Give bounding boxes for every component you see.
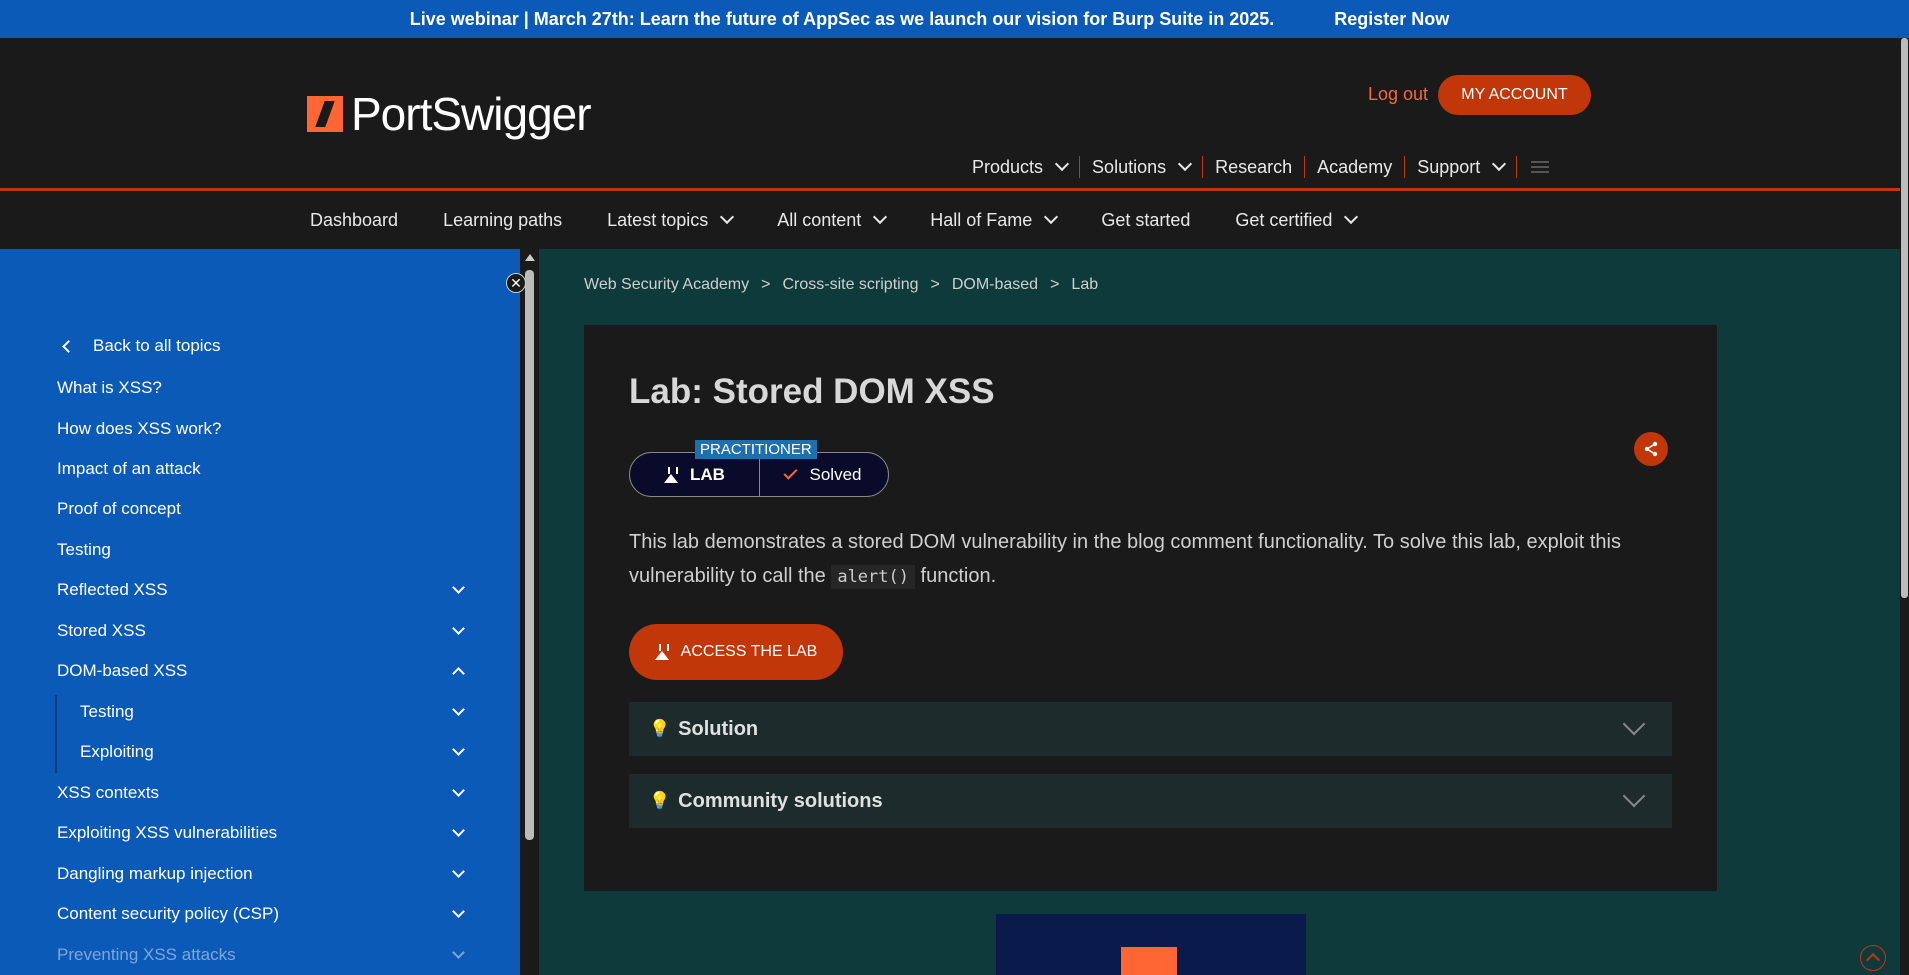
chevron-down-icon	[452, 622, 465, 635]
sidebar-item-dom-based-xss[interactable]: DOM-based XSS	[57, 659, 467, 683]
nav-research[interactable]: Research	[1203, 157, 1304, 178]
flask-icon	[664, 466, 679, 483]
sidebar-subitem-testing[interactable]: Testing	[80, 700, 467, 724]
solution-accordion[interactable]: 💡 Solution	[629, 702, 1672, 756]
subnav-dashboard[interactable]: Dashboard	[310, 210, 398, 231]
sidebar-item-dangling-markup[interactable]: Dangling markup injection	[57, 862, 467, 886]
nav-solutions[interactable]: Solutions	[1080, 157, 1202, 178]
close-icon[interactable]: ✕	[506, 273, 526, 293]
share-icon[interactable]	[1634, 432, 1668, 466]
chevron-down-icon	[1344, 209, 1359, 225]
nav-academy[interactable]: Academy	[1305, 157, 1404, 178]
flask-icon	[654, 644, 669, 660]
inline-code: alert()	[831, 565, 915, 589]
menu-icon[interactable]	[1531, 161, 1550, 173]
subnav-get-started[interactable]: Get started	[1101, 210, 1190, 231]
nav-support[interactable]: Support	[1405, 157, 1516, 178]
portswigger-logo[interactable]: PortSwigger	[307, 87, 592, 141]
sidebar-item-testing[interactable]: Testing	[57, 538, 467, 562]
chevron-down-icon	[1622, 784, 1646, 808]
nav-separator	[1516, 156, 1518, 178]
chevron-down-icon	[452, 743, 465, 756]
portswigger-logo-icon	[307, 96, 343, 132]
sidebar-item-stored-xss[interactable]: Stored XSS	[57, 619, 467, 643]
scroll-up-icon[interactable]	[525, 254, 535, 261]
sidebar-item-how-xss-works[interactable]: How does XSS work?	[57, 417, 467, 441]
sidebar-scroll-thumb[interactable]	[525, 270, 534, 840]
sidebar-subitem-exploiting[interactable]: Exploiting	[80, 740, 467, 764]
back-to-topics-link[interactable]: Back to all topics	[60, 336, 221, 356]
access-lab-button[interactable]: ACCESS THE LAB	[629, 624, 843, 680]
chevron-down-icon	[452, 824, 465, 837]
sidebar-item-preventing-xss[interactable]: Preventing XSS attacks	[57, 943, 467, 967]
burp-logo-icon	[1121, 947, 1177, 975]
main-nav: Products Solutions Research Academy Supp…	[960, 156, 1550, 178]
submenu-guide-line	[55, 695, 57, 773]
site-header: PortSwigger Log out MY ACCOUNT Products …	[0, 38, 1900, 191]
breadcrumb-separator: >	[930, 276, 940, 293]
my-account-button[interactable]: MY ACCOUNT	[1438, 75, 1591, 115]
sidebar-item-csp[interactable]: Content security policy (CSP)	[57, 902, 467, 926]
breadcrumb-separator: >	[1050, 276, 1060, 293]
subnav-get-certified[interactable]: Get certified	[1235, 209, 1359, 231]
logout-link[interactable]: Log out	[1368, 84, 1428, 105]
chevron-up-icon	[452, 666, 465, 680]
promo-image	[996, 914, 1306, 975]
subnav-hall-of-fame[interactable]: Hall of Fame	[930, 209, 1059, 231]
lightbulbs-icon: 💡	[649, 791, 671, 810]
chevron-down-icon	[452, 905, 465, 918]
breadcrumb: Web Security Academy > Cross-site script…	[584, 276, 1098, 294]
lab-type-label: LAB	[630, 453, 760, 496]
chevron-down-icon	[1178, 156, 1193, 172]
chevron-down-icon	[1054, 156, 1070, 172]
difficulty-badge: PRACTITIONER	[695, 440, 817, 459]
scroll-to-top-icon[interactable]	[1860, 945, 1886, 971]
sidebar-item-xss-contexts[interactable]: XSS contexts	[57, 781, 467, 805]
chevron-down-icon	[452, 784, 465, 797]
promo-banner: Live webinar | March 27th: Learn the fut…	[0, 0, 1909, 38]
check-icon	[782, 465, 798, 480]
lab-description: This lab demonstrates a stored DOM vulne…	[629, 531, 1621, 589]
page-title: Lab: Stored DOM XSS	[629, 372, 995, 411]
share-icon-graphic	[1644, 441, 1658, 457]
community-solutions-accordion[interactable]: 💡 Community solutions	[629, 774, 1672, 828]
chevron-down-icon	[1622, 712, 1646, 736]
page-scroll-thumb[interactable]	[1901, 38, 1908, 598]
breadcrumb-separator: >	[761, 276, 771, 293]
sidebar-item-proof-of-concept[interactable]: Proof of concept	[57, 497, 467, 521]
chevron-left-icon	[62, 339, 75, 353]
subnav-all-content[interactable]: All content	[777, 209, 888, 231]
breadcrumb-item[interactable]: Web Security Academy	[584, 276, 749, 294]
academy-subnav: Dashboard Learning paths Latest topics A…	[0, 191, 1900, 249]
chevron-down-icon	[1492, 156, 1507, 172]
nav-products[interactable]: Products	[960, 157, 1079, 178]
chevron-down-icon	[873, 209, 888, 225]
sidebar-item-what-is-xss[interactable]: What is XSS?	[57, 376, 467, 400]
chevron-down-icon	[452, 946, 465, 959]
breadcrumb-item[interactable]: Cross-site scripting	[782, 276, 918, 294]
chevron-down-icon	[1044, 209, 1059, 225]
lightbulb-icon: 💡	[649, 719, 671, 738]
subnav-latest-topics[interactable]: Latest topics	[607, 209, 735, 231]
chevron-down-icon	[452, 581, 465, 594]
page-scrollbar[interactable]	[1900, 38, 1909, 975]
breadcrumb-item[interactable]: Lab	[1071, 276, 1098, 294]
breadcrumb-item[interactable]: DOM-based	[952, 276, 1038, 294]
sidebar-scrollbar[interactable]	[520, 249, 539, 975]
sidebar-item-impact[interactable]: Impact of an attack	[57, 457, 467, 481]
chevron-down-icon	[452, 703, 465, 716]
lab-solved-status: Solved	[760, 453, 888, 496]
sidebar-item-reflected-xss[interactable]: Reflected XSS	[57, 578, 467, 602]
logo-text: PortSwigger	[351, 88, 592, 140]
chevron-down-icon	[452, 865, 465, 878]
banner-text: Live webinar | March 27th: Learn the fut…	[409, 8, 1275, 29]
chevron-down-icon	[720, 209, 735, 225]
subnav-learning-paths[interactable]: Learning paths	[443, 210, 562, 231]
register-now-link[interactable]: Register Now	[1334, 9, 1449, 30]
sidebar-item-exploiting-xss[interactable]: Exploiting XSS vulnerabilities	[57, 821, 467, 845]
